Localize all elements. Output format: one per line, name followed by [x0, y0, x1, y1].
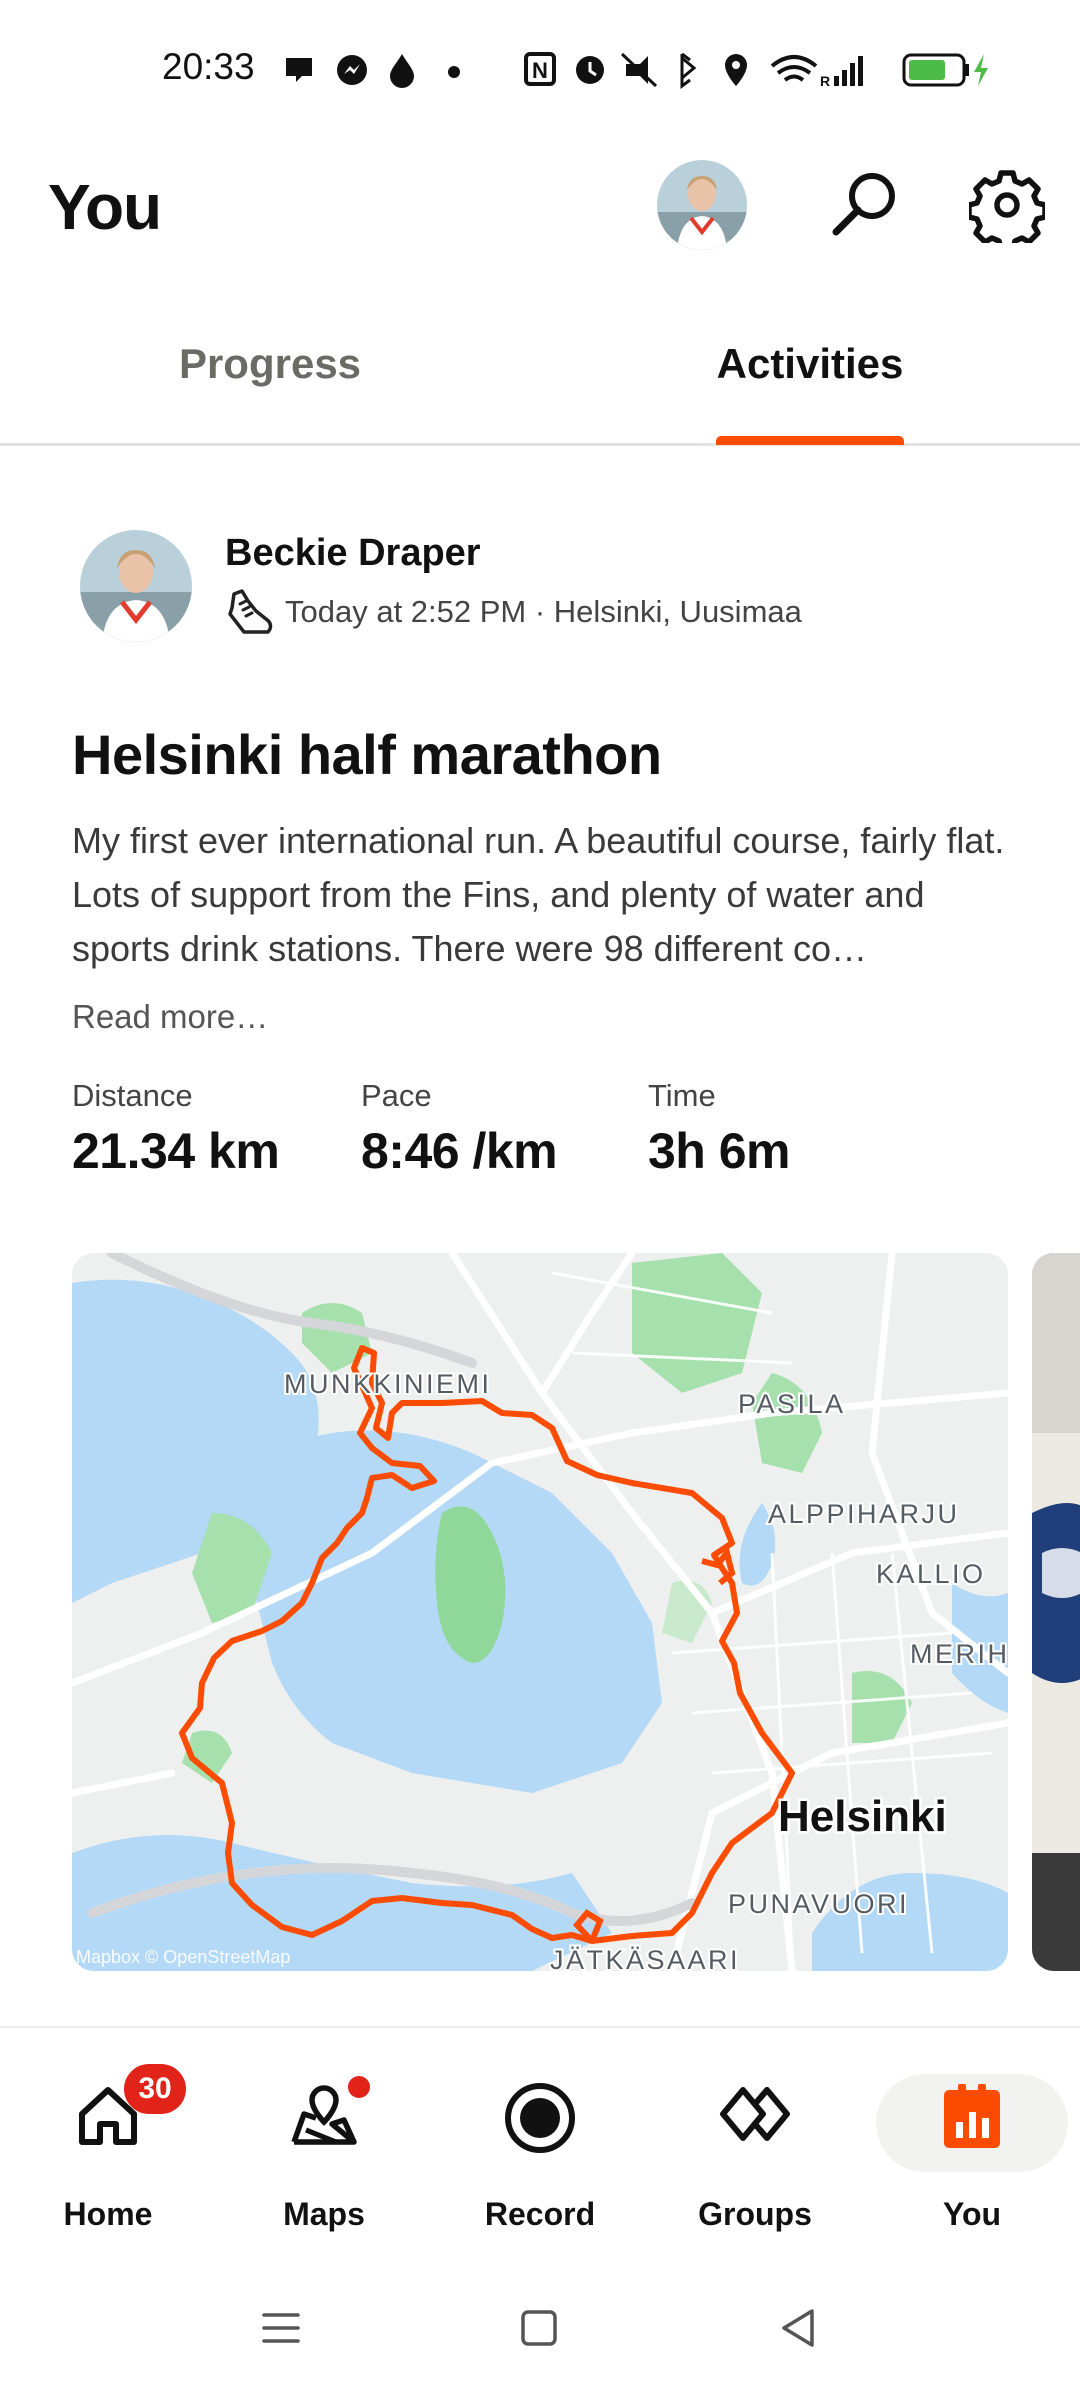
stat-label-pace: Pace: [361, 1078, 432, 1113]
home-square-icon[interactable]: [516, 2305, 562, 2351]
next-photo-preview[interactable]: [1032, 1253, 1080, 1971]
route-map[interactable]: MUNKKINIEMI PASILA ALPPIHARJU KALLIO MER…: [72, 1253, 1008, 1971]
run-shoe-icon: [228, 589, 273, 634]
gear-icon: [969, 170, 1045, 243]
map-label-munkkiniemi: MUNKKINIEMI: [284, 1369, 492, 1399]
stat-value-time: 3h 6m: [648, 1123, 791, 1179]
athlete-avatar[interactable]: [80, 530, 192, 642]
menu-icon[interactable]: [258, 2305, 304, 2351]
stat-label-distance: Distance: [72, 1078, 193, 1113]
activity-description: My first ever international run. A beaut…: [72, 820, 1005, 969]
map-label-kallio: KALLIO: [876, 1559, 986, 1589]
svg-text:R: R: [820, 73, 830, 89]
stat-label-time: Time: [648, 1078, 716, 1113]
map-label-jatkasaari: JÄTKÄSAARI: [550, 1945, 740, 1971]
system-status-icons: N R: [524, 52, 988, 89]
map-label-meri: MERIH: [910, 1639, 1008, 1669]
map-attribution: Mapbox © OpenStreetMap: [76, 1947, 290, 1967]
maps-notification-dot: [348, 2076, 370, 2098]
settings-button[interactable]: [960, 158, 1054, 252]
nav-groups-label: Groups: [698, 2196, 812, 2232]
nav-you[interactable]: You: [882, 2060, 1062, 2232]
notification-icons: [286, 54, 460, 88]
nav-record[interactable]: Record: [450, 2060, 630, 2232]
nav-you-label: You: [942, 2196, 1002, 2232]
route-map-graphic: MUNKKINIEMI PASILA ALPPIHARJU KALLIO MER…: [72, 1253, 1008, 1971]
map-label-pasila: PASILA: [738, 1389, 846, 1419]
groups-icon: [720, 2087, 790, 2141]
map-label-helsinki: Helsinki: [778, 1792, 947, 1841]
activity-title[interactable]: Helsinki half marathon: [72, 722, 662, 787]
you-icon: [944, 2084, 1000, 2148]
map-label-punavuori: PUNAVUORI: [728, 1889, 909, 1919]
stat-value-distance: 21.34 km: [72, 1123, 280, 1179]
svg-text:N: N: [532, 58, 548, 83]
active-tab-indicator: [716, 436, 904, 445]
tab-activities[interactable]: Activities: [540, 340, 1080, 388]
page-title: You: [48, 171, 162, 243]
home-notification-badge: 30: [124, 2064, 186, 2114]
nav-record-label: Record: [484, 2196, 596, 2232]
nav-home-label: Home: [63, 2196, 153, 2232]
nav-maps[interactable]: Maps: [234, 2060, 414, 2232]
nav-groups[interactable]: Groups: [665, 2060, 845, 2232]
activity-meta: Today at 2:52 PM · Helsinki, Uusimaa: [285, 594, 802, 629]
nav-maps-label: Maps: [283, 2196, 365, 2232]
status-time: 20:33: [162, 46, 255, 87]
read-more-link[interactable]: Read more…: [72, 998, 268, 1036]
record-icon: [505, 2083, 575, 2153]
stat-value-pace: 8:46 /km: [361, 1123, 558, 1179]
back-icon[interactable]: [776, 2305, 822, 2351]
profile-avatar[interactable]: [657, 160, 747, 250]
search-button[interactable]: [818, 158, 912, 252]
search-icon: [832, 173, 895, 236]
athlete-name[interactable]: Beckie Draper: [225, 532, 481, 575]
tab-divider: [0, 443, 1080, 446]
map-label-alppiharju: ALPPIHARJU: [768, 1499, 960, 1529]
tab-progress[interactable]: Progress: [0, 340, 540, 388]
